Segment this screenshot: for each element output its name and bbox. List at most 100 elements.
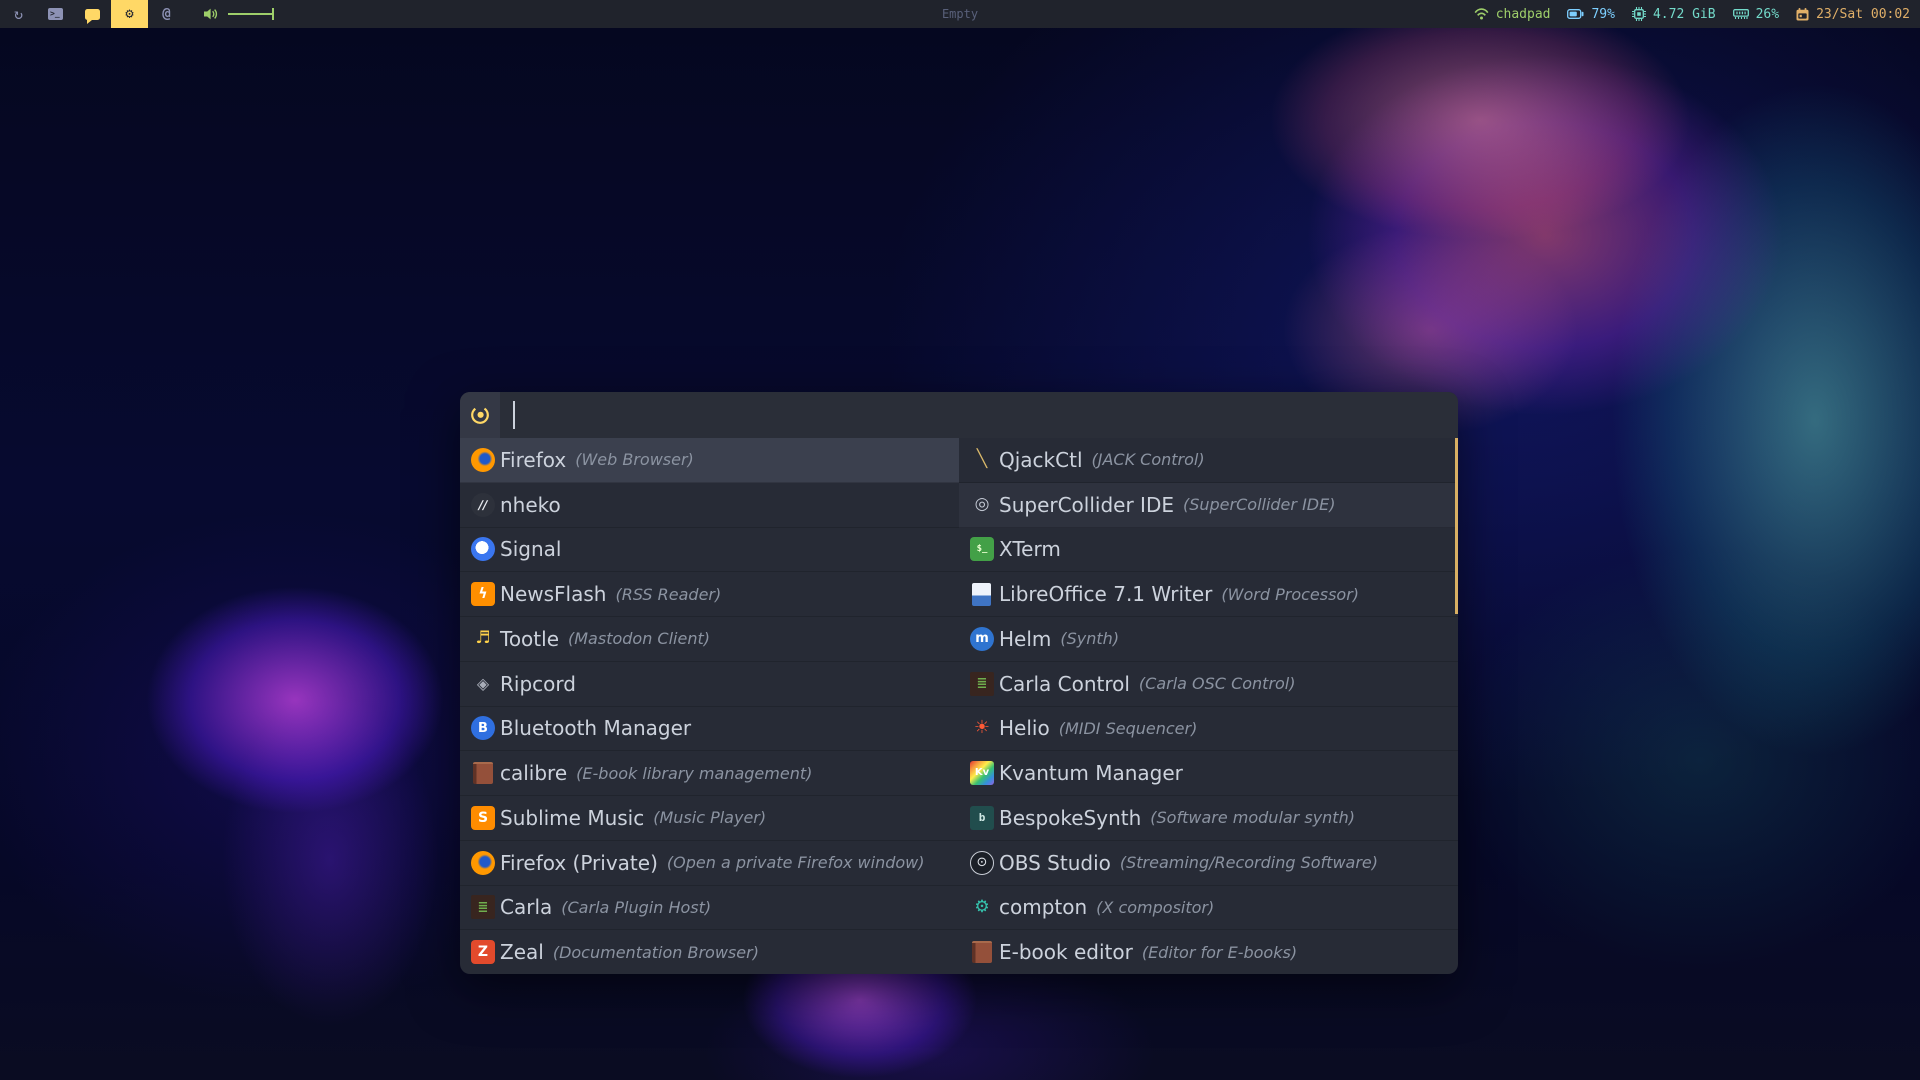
app-description: (Mastodon Client): [568, 629, 710, 649]
app-description: (Documentation Browser): [552, 942, 759, 962]
app-item-obs[interactable]: ⊙ OBS Studio (Streaming/Recording Softwa…: [959, 841, 1458, 886]
volume-slider[interactable]: [228, 8, 274, 20]
app-item-helm[interactable]: m Helm (Synth): [959, 617, 1458, 662]
focused-window-title: Empty: [941, 7, 979, 21]
workspace-chat[interactable]: [74, 0, 111, 28]
volume-module[interactable]: [203, 7, 274, 21]
app-name: Carla Control: [999, 671, 1130, 696]
app-name: Sublime Music: [500, 805, 645, 830]
app-name: compton: [999, 895, 1088, 920]
battery-icon: [1567, 9, 1584, 19]
app-name: Firefox: [500, 447, 567, 472]
launcher-search-bar: [460, 392, 1458, 438]
launcher-column-right: ╲ QjackCtl (JACK Control) ◎ SuperCollide…: [959, 438, 1458, 974]
app-name: Carla: [500, 895, 553, 920]
app-description: (SuperCollider IDE): [1182, 495, 1336, 515]
newsflash-icon: ϟ: [471, 582, 495, 607]
at-icon: @: [162, 6, 171, 22]
app-item-qjackctl[interactable]: ╲ QjackCtl (JACK Control): [959, 438, 1458, 483]
app-item-zeal[interactable]: Z Zeal (Documentation Browser): [460, 930, 959, 974]
app-description: (Word Processor): [1221, 584, 1360, 604]
run-mode-icon: [471, 406, 489, 424]
app-item-tootle[interactable]: ♬ Tootle (Mastodon Client): [460, 617, 959, 662]
app-name: nheko: [500, 492, 561, 517]
volume-slider-handle[interactable]: [272, 8, 274, 20]
helio-icon: ☀: [973, 717, 991, 739]
battery-module: 79%: [1567, 6, 1615, 22]
network-module: chadpad: [1474, 6, 1551, 22]
app-description: (X compositor): [1096, 897, 1215, 917]
workspace-browser[interactable]: ↻: [0, 0, 37, 28]
qjackctl-icon: ╲: [976, 449, 988, 470]
wifi-icon: [1474, 8, 1489, 20]
app-item-xterm[interactable]: $_ XTerm: [959, 528, 1458, 573]
top-bar: ↻ >_ ⚙ @ Empty chadpad 79% 4.72 GiB 26% …: [0, 0, 1920, 28]
app-description: (JACK Control): [1091, 450, 1205, 470]
app-item-ripcord[interactable]: ◈ Ripcord: [460, 662, 959, 707]
app-name: BespokeSynth: [999, 805, 1142, 830]
obs-icon: ⊙: [970, 850, 994, 875]
app-name: XTerm: [999, 537, 1061, 562]
workspace-switcher: ↻ >_ ⚙ @: [0, 0, 185, 28]
launcher-column-left: Firefox (Web Browser) ∕∕ nheko Signal ϟ …: [460, 438, 959, 974]
app-item-signal[interactable]: Signal: [460, 528, 959, 573]
nheko-icon: ∕∕: [471, 492, 495, 517]
app-item-firefox[interactable]: Firefox (Web Browser): [460, 438, 959, 483]
writer-icon: [972, 582, 991, 606]
app-launcher-window: Firefox (Web Browser) ∕∕ nheko Signal ϟ …: [460, 392, 1458, 974]
ripcord-icon: ◈: [476, 673, 490, 693]
app-description: (Synth): [1060, 629, 1120, 649]
desktop-wallpaper: ↻ >_ ⚙ @ Empty chadpad 79% 4.72 GiB 26% …: [0, 0, 1920, 1080]
battery-percent: 79%: [1591, 6, 1615, 22]
calibre-icon: [473, 762, 493, 785]
app-name: NewsFlash: [500, 582, 607, 607]
app-item-carla[interactable]: ≣ Carla (Carla Plugin Host): [460, 886, 959, 931]
app-item-bespoke[interactable]: b BespokeSynth (Software modular synth): [959, 796, 1458, 841]
app-name: SuperCollider IDE: [999, 492, 1174, 517]
app-item-kvantum[interactable]: Kv Kvantum Manager: [959, 751, 1458, 796]
app-name: E-book editor: [999, 940, 1133, 965]
launcher-scrollbar[interactable]: [1455, 438, 1458, 614]
app-item-sublime[interactable]: S Sublime Music (Music Player): [460, 796, 959, 841]
app-name: LibreOffice 7.1 Writer: [999, 582, 1213, 607]
app-item-supercollider[interactable]: ◎ SuperCollider IDE (SuperCollider IDE): [959, 482, 1458, 528]
app-item-newsflash[interactable]: ϟ NewsFlash (RSS Reader): [460, 572, 959, 617]
app-item-compton[interactable]: ⚙ compton (X compositor): [959, 886, 1458, 931]
helm-icon: m: [970, 626, 994, 651]
chip-icon: [1631, 7, 1646, 21]
app-item-carla_control[interactable]: ≣ Carla Control (Carla OSC Control): [959, 662, 1458, 707]
speaker-icon: [204, 8, 218, 20]
app-description: (Open a private Firefox window): [666, 853, 925, 873]
sublime-icon: S: [471, 805, 495, 830]
search-input[interactable]: [500, 392, 1458, 438]
gear-icon: ⚙: [125, 6, 134, 22]
app-item-writer[interactable]: LibreOffice 7.1 Writer (Word Processor): [959, 572, 1458, 617]
app-description: (RSS Reader): [615, 584, 722, 604]
launcher-mode-box[interactable]: [460, 392, 500, 438]
app-item-firefox_private[interactable]: Firefox (Private) (Open a private Firefo…: [460, 841, 959, 886]
app-name: Helm: [999, 626, 1052, 651]
network-name: chadpad: [1495, 6, 1551, 22]
app-name: Bluetooth Manager: [500, 716, 692, 741]
app-item-helio[interactable]: ☀ Helio (MIDI Sequencer): [959, 707, 1458, 752]
app-name: Helio: [999, 716, 1050, 741]
app-name: Ripcord: [500, 671, 576, 696]
workspace-terminal[interactable]: >_: [37, 0, 74, 28]
calendar-icon: [1796, 7, 1809, 20]
app-item-ebook[interactable]: E-book editor (Editor for E-books): [959, 930, 1458, 974]
app-description: (Web Browser): [575, 450, 694, 470]
bespoke-icon: b: [970, 805, 994, 830]
app-name: OBS Studio: [999, 850, 1111, 875]
app-item-bluetooth[interactable]: B Bluetooth Manager: [460, 707, 959, 752]
launcher-results: Firefox (Web Browser) ∕∕ nheko Signal ϟ …: [460, 438, 1458, 974]
workspace-social[interactable]: @: [148, 0, 185, 28]
browser-swirl-icon: ↻: [13, 4, 24, 23]
firefox_private-icon: [471, 850, 495, 875]
app-name: Firefox (Private): [500, 850, 658, 875]
app-description: (Carla OSC Control): [1138, 674, 1296, 694]
app-name: Tootle: [500, 626, 559, 651]
workspace-settings-active[interactable]: ⚙: [111, 0, 148, 28]
app-item-nheko[interactable]: ∕∕ nheko: [460, 483, 959, 528]
app-item-calibre[interactable]: calibre (E-book library management): [460, 751, 959, 796]
bluetooth-icon: B: [471, 716, 495, 741]
